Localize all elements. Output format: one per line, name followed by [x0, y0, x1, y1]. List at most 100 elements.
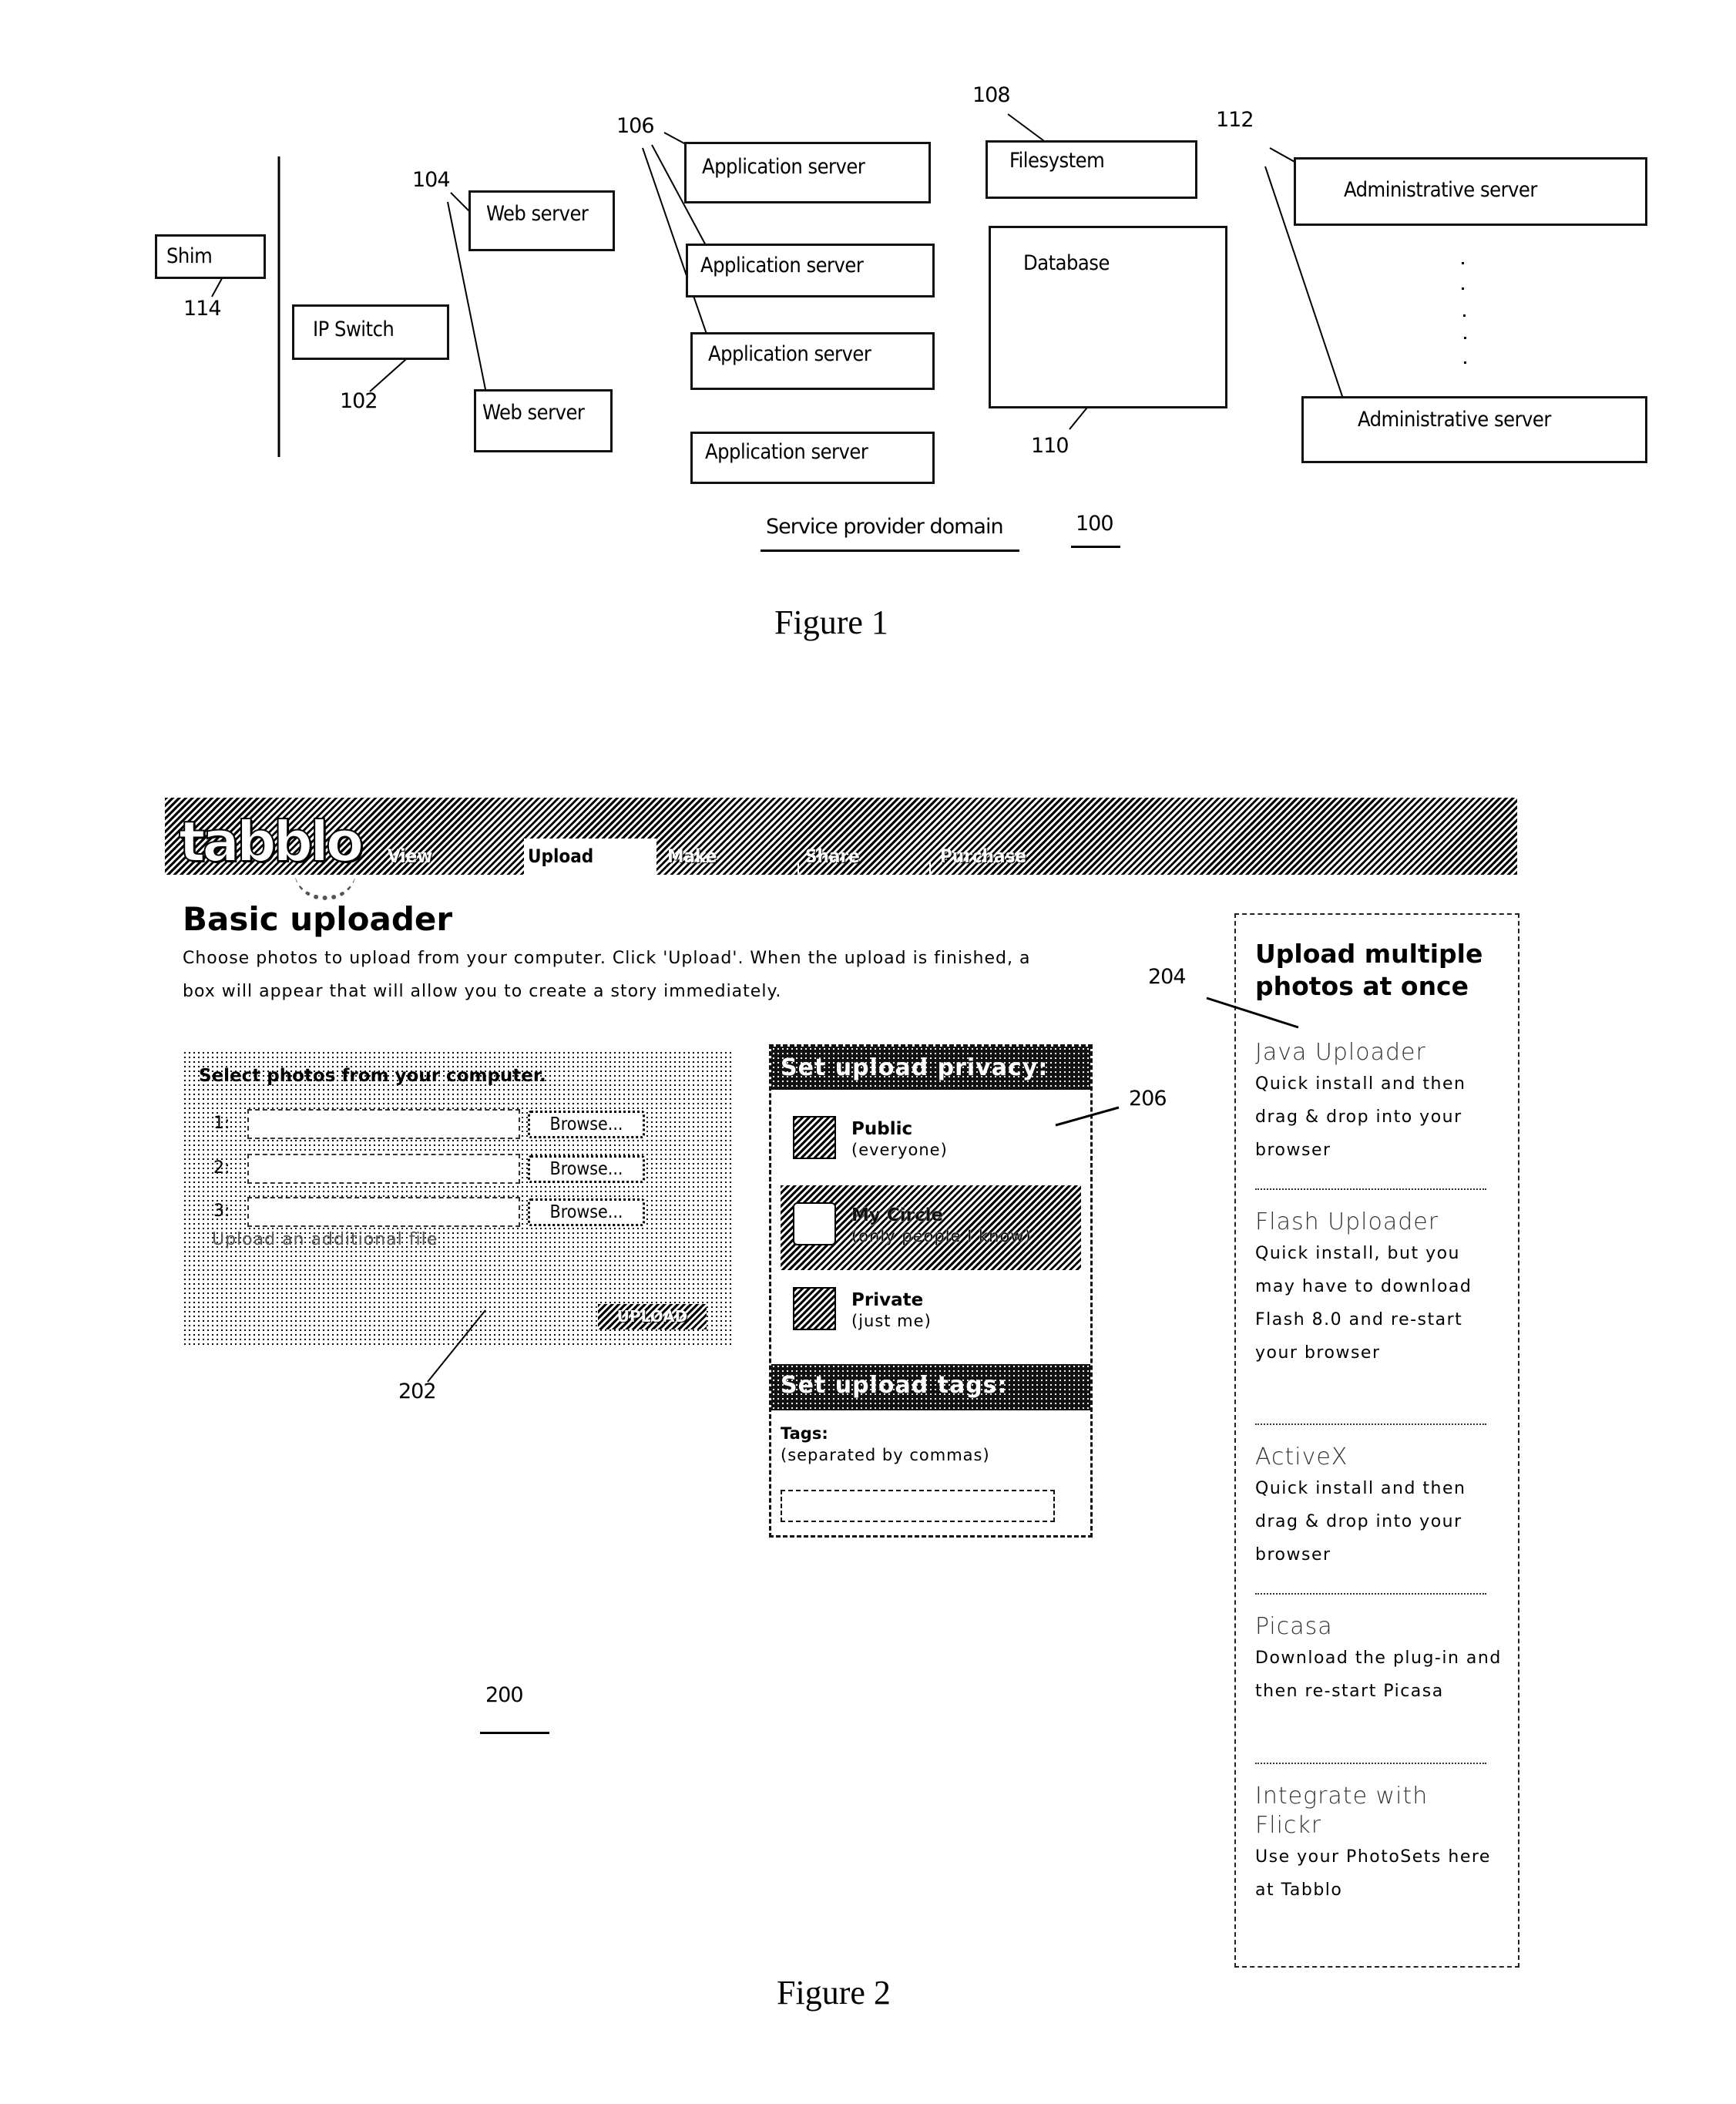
option-name: My Circle	[851, 1205, 944, 1225]
upload-panel-title: Select photos from your computer.	[199, 1066, 546, 1086]
sidebar-item-desc: Download the plug-in and then re-start P…	[1255, 1649, 1502, 1701]
ref-100-underline	[1071, 546, 1120, 548]
sidebar-item-flickr[interactable]: Integrate with Flickr Use your PhotoSets…	[1255, 1782, 1502, 1907]
option-name: Private	[851, 1290, 924, 1310]
ref-110: 110	[1031, 434, 1069, 458]
privacy-option-public[interactable]: Public (everyone)	[781, 1099, 1081, 1184]
logo-swoosh-icon	[294, 871, 356, 900]
sidebar-divider	[1255, 1188, 1486, 1190]
tab-view[interactable]: View	[388, 839, 503, 875]
upload-button[interactable]: UPLOAD	[598, 1304, 707, 1329]
web-server-box: Web server	[468, 190, 615, 251]
tab-label: Purchase	[940, 845, 1027, 867]
figure-2-caption: Figure 2	[777, 1974, 891, 2012]
upload-panel: Select photos from your computer. 1: Bro…	[183, 1050, 731, 1347]
sidebar-item-name[interactable]: Java Uploader	[1255, 1038, 1502, 1067]
domain-label-underline	[761, 550, 1019, 552]
sidebar-item-name[interactable]: Picasa	[1255, 1612, 1502, 1642]
tags-input[interactable]	[781, 1490, 1055, 1522]
shim-label: Shim	[166, 244, 213, 268]
file-path-input-3[interactable]	[247, 1197, 520, 1227]
upload-additional-file-link[interactable]: Upload an additional file	[212, 1230, 438, 1249]
browse-button-2[interactable]: Browse...	[528, 1155, 645, 1183]
sidebar-item-desc: Quick install and then drag & drop into …	[1255, 1479, 1466, 1565]
tab-label: View	[388, 845, 433, 867]
privacy-option-my-circle[interactable]: My Circle (only people I know)	[781, 1185, 1081, 1270]
tab-upload[interactable]: Upload	[524, 839, 656, 875]
database-box: Database	[989, 226, 1227, 408]
application-server-label: Application server	[708, 342, 871, 366]
person-icon	[793, 1287, 836, 1330]
sidebar-item-java-uploader[interactable]: Java Uploader Quick install and then dra…	[1255, 1038, 1502, 1167]
globe-icon	[793, 1116, 836, 1159]
tab-purchase[interactable]: Purchase	[940, 839, 1063, 875]
sidebar-item-picasa[interactable]: Picasa Download the plug-in and then re-…	[1255, 1612, 1502, 1708]
sidebar-divider	[1255, 1763, 1486, 1764]
ref-114: 114	[183, 297, 222, 321]
ref-200-underline	[480, 1732, 549, 1734]
tab-label: Share	[805, 845, 860, 867]
tab-separator	[929, 862, 931, 879]
tags-heading: Set upload tags:	[771, 1364, 1090, 1410]
application-server-label: Application server	[705, 440, 868, 464]
shim-box: Shim	[155, 234, 266, 279]
application-server-box: Application server	[690, 432, 935, 484]
browse-button-1[interactable]: Browse...	[528, 1111, 645, 1138]
tab-make[interactable]: Make	[667, 839, 775, 875]
ref-106: 106	[616, 114, 655, 138]
sidebar-divider	[1255, 1423, 1486, 1425]
intro-text: Choose photos to upload from your comput…	[183, 949, 1031, 1001]
sidebar-item-name[interactable]: ActiveX	[1255, 1443, 1502, 1472]
tab-separator	[797, 862, 799, 879]
tab-label: Upload	[528, 845, 594, 867]
sidebar-item-name[interactable]: Integrate with Flickr	[1255, 1782, 1502, 1840]
figure-1-caption: Figure 1	[774, 603, 888, 641]
sidebar-item-desc: Use your PhotoSets here at Tabblo	[1255, 1847, 1491, 1900]
sidebar-item-desc: Quick install, but you may have to downl…	[1255, 1244, 1472, 1363]
sidebar-item-flash-uploader[interactable]: Flash Uploader Quick install, but you ma…	[1255, 1208, 1502, 1370]
ref-112: 112	[1216, 108, 1254, 132]
ip-switch-box: IP Switch	[292, 304, 449, 360]
privacy-option-private[interactable]: Private (just me)	[781, 1270, 1081, 1355]
sidebar-item-name[interactable]: Flash Uploader	[1255, 1208, 1502, 1237]
administrative-server-box: Administrative server	[1301, 396, 1647, 463]
application-server-box: Application server	[684, 142, 931, 203]
row-number: 2:	[213, 1158, 230, 1178]
tab-share[interactable]: Share	[805, 839, 913, 875]
ip-switch-label: IP Switch	[313, 318, 395, 341]
row-number: 1:	[213, 1114, 230, 1133]
sidebar-title: Upload multiple photos at once	[1255, 939, 1483, 1001]
ref-104: 104	[412, 168, 451, 192]
file-path-input-2[interactable]	[247, 1154, 520, 1184]
tags-label: Tags:	[781, 1424, 828, 1443]
multi-upload-sidebar: Upload multiple photos at once Java Uplo…	[1234, 913, 1519, 1968]
administrative-server-box: Administrative server	[1294, 157, 1647, 226]
ref-108: 108	[972, 83, 1011, 107]
administrative-server-label: Administrative server	[1358, 408, 1551, 432]
ref-202: 202	[398, 1380, 437, 1403]
privacy-tags-panel: Set upload privacy: Public (everyone) My…	[769, 1044, 1093, 1538]
ref-206: 206	[1129, 1087, 1167, 1111]
ref-102: 102	[340, 389, 378, 413]
browse-button-3[interactable]: Browse...	[528, 1198, 645, 1226]
filesystem-label: Filesystem	[1009, 149, 1105, 173]
ref-100: 100	[1076, 512, 1114, 536]
sidebar-divider	[1255, 1593, 1486, 1595]
tags-hint: (separated by commas)	[781, 1446, 990, 1464]
page-title: Basic uploader	[183, 900, 453, 938]
option-sub: (everyone)	[851, 1141, 948, 1159]
tabblo-logo[interactable]: tabblo	[178, 808, 364, 875]
sidebar-item-activex[interactable]: ActiveX Quick install and then drag & dr…	[1255, 1443, 1502, 1571]
database-label: Database	[1023, 251, 1110, 275]
administrative-server-label: Administrative server	[1344, 178, 1537, 202]
application-server-label: Application server	[700, 254, 864, 277]
option-name: Public	[851, 1119, 913, 1139]
web-server-label: Web server	[482, 401, 585, 425]
privacy-heading: Set upload privacy:	[771, 1047, 1090, 1090]
file-path-input-1[interactable]	[247, 1109, 520, 1139]
option-sub: (just me)	[851, 1312, 932, 1330]
ref-200: 200	[485, 1683, 524, 1707]
application-server-box: Application server	[690, 332, 935, 390]
application-server-label: Application server	[702, 155, 865, 179]
row-number: 3:	[213, 1202, 230, 1221]
